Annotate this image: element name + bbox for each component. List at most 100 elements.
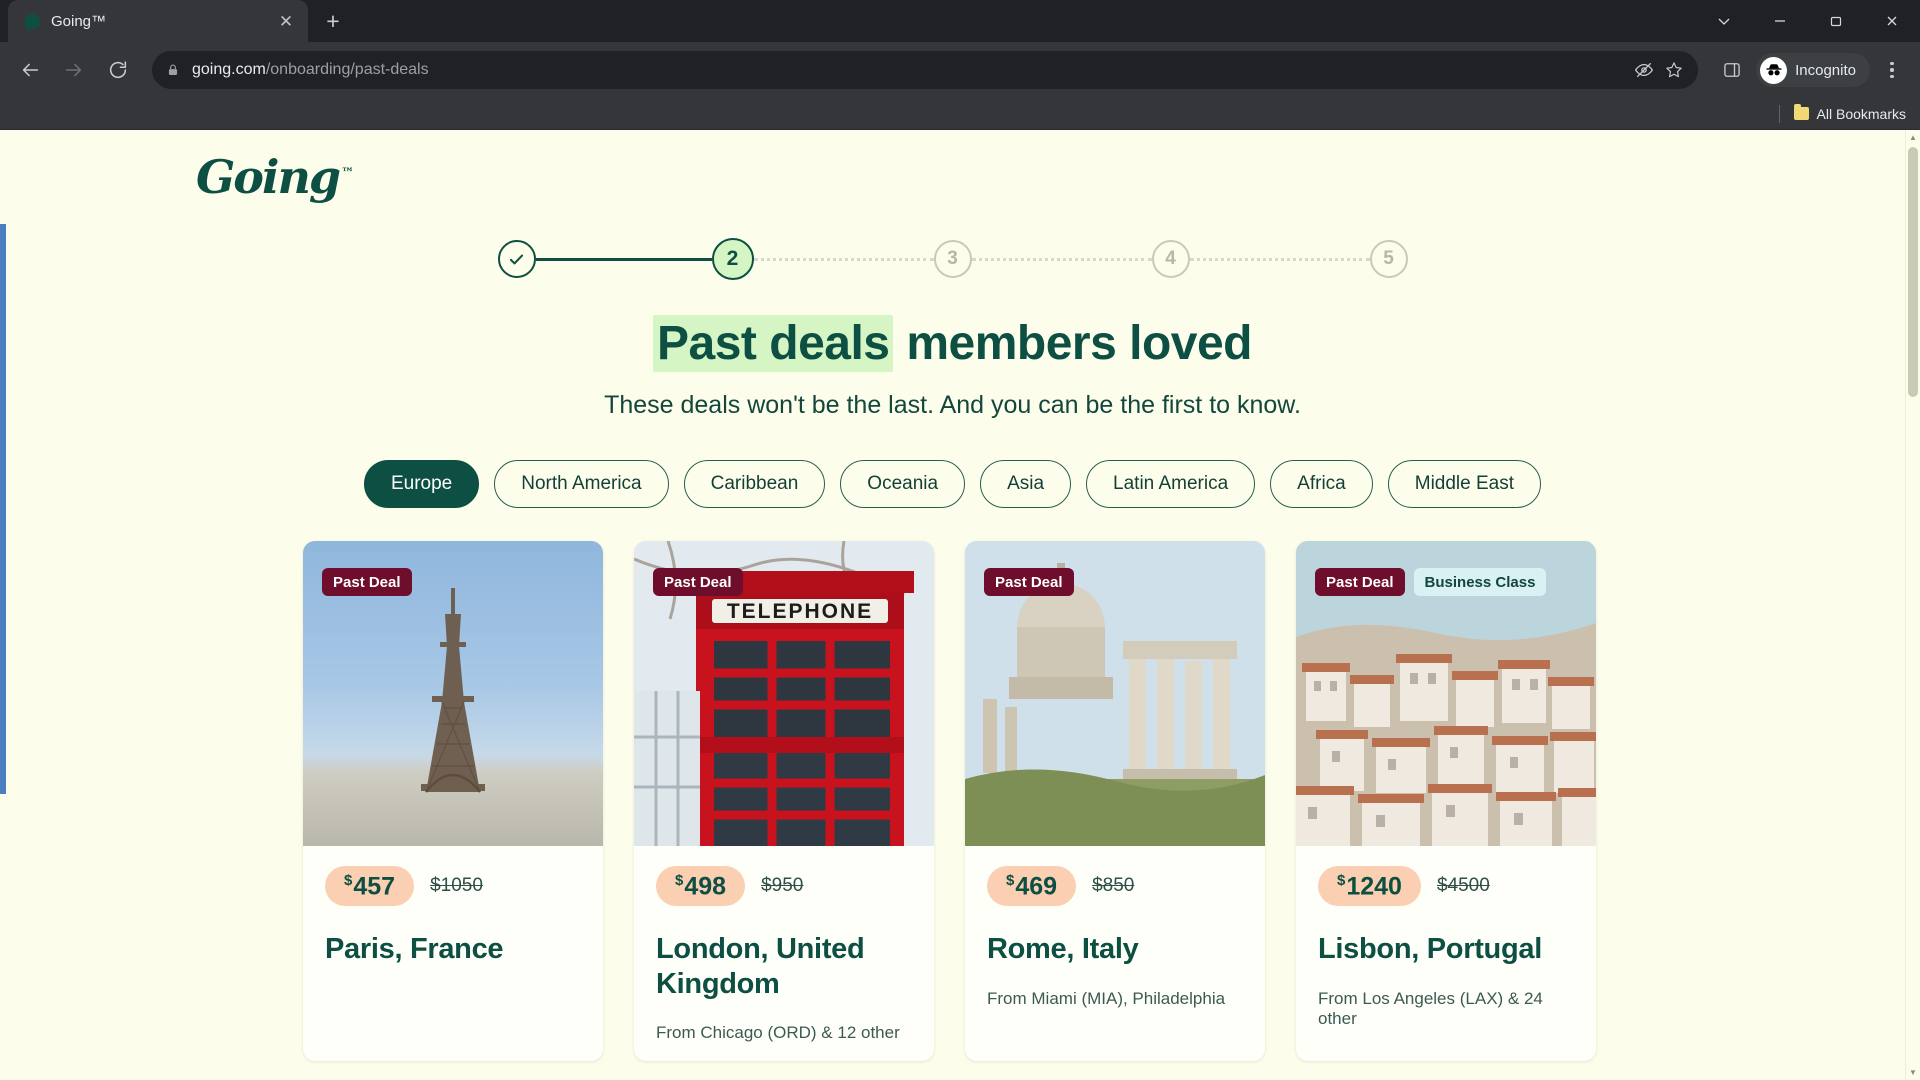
deal-origin-text: From Los Angeles (LAX) & 24 other bbox=[1318, 988, 1543, 1028]
all-bookmarks-button[interactable]: All Bookmarks bbox=[1793, 104, 1906, 122]
deal-old-price: $950 bbox=[761, 875, 804, 897]
back-arrow-icon[interactable] bbox=[10, 50, 50, 90]
price-value: 1240 bbox=[1346, 872, 1402, 901]
deal-old-price: $1050 bbox=[430, 875, 483, 897]
page-scrollbar[interactable]: ▲ ▼ bbox=[1905, 130, 1920, 1080]
reload-icon[interactable] bbox=[98, 50, 138, 90]
price-row: $469 $850 bbox=[987, 866, 1243, 907]
all-bookmarks-label: All Bookmarks bbox=[1816, 105, 1906, 122]
deal-card[interactable]: Past Deal Business Class $1240 $4500 Lis… bbox=[1296, 541, 1596, 1061]
currency-symbol: $ bbox=[1006, 872, 1015, 889]
region-chip-caribbean[interactable]: Caribbean bbox=[683, 460, 826, 508]
scroll-down-arrow-icon[interactable]: ▼ bbox=[1906, 1065, 1920, 1080]
page-subtitle: These deals won't be the last. And you c… bbox=[604, 391, 1301, 419]
region-chip-latin-america[interactable]: Latin America bbox=[1086, 460, 1256, 508]
scrollbar-thumb[interactable] bbox=[1908, 147, 1918, 397]
page-content: Going ™ 2 3 4 5 Past deals members loved … bbox=[0, 130, 1905, 1080]
stepper-step-1[interactable] bbox=[497, 240, 536, 278]
region-chip-europe[interactable]: Europe bbox=[363, 460, 480, 508]
deal-badges: Past Deal bbox=[653, 568, 743, 596]
close-tab-icon[interactable]: ✕ bbox=[274, 9, 298, 33]
url-text: going.com/onboarding/past-deals bbox=[192, 61, 429, 79]
deal-card-body: $498 $950 London, United Kingdom From Ch… bbox=[634, 846, 934, 1061]
eye-off-icon[interactable] bbox=[1634, 60, 1654, 80]
status-badge-past-deal: Past Deal bbox=[653, 568, 743, 596]
stepper-step-3[interactable]: 3 bbox=[933, 240, 972, 278]
region-filter-list: Europe North America Caribbean Oceania A… bbox=[0, 460, 1905, 508]
deal-destination: Lisbon, Portugal bbox=[1318, 933, 1542, 966]
url-path: /onboarding/past-deals bbox=[265, 61, 429, 78]
omnibox-actions bbox=[1634, 60, 1684, 80]
deal-card[interactable]: Past Deal $469 $850 Rome, Italy From Mia… bbox=[965, 541, 1265, 1061]
stepper-step-4[interactable]: 4 bbox=[1151, 240, 1190, 278]
headline-rest: members loved bbox=[893, 317, 1252, 370]
going-logo-text: Going bbox=[196, 150, 341, 204]
region-chip-oceania[interactable]: Oceania bbox=[840, 460, 966, 508]
deal-origin-text: From Chicago (ORD) & 12 other bbox=[656, 1022, 900, 1042]
region-chip-africa[interactable]: Africa bbox=[1270, 460, 1373, 508]
status-badge-past-deal: Past Deal bbox=[984, 568, 1074, 596]
status-badge-business-class: Business Class bbox=[1413, 568, 1547, 596]
profile-label: Incognito bbox=[1795, 61, 1856, 79]
region-chip-north-america[interactable]: North America bbox=[494, 460, 669, 508]
browser-toolbar: going.com/onboarding/past-deals Incognit… bbox=[0, 42, 1920, 98]
deal-destination: London, United Kingdom bbox=[656, 933, 865, 1000]
region-chip-asia[interactable]: Asia bbox=[980, 460, 1072, 508]
three-dot-menu-icon[interactable] bbox=[1874, 52, 1910, 88]
site-header: Going ™ bbox=[0, 130, 1905, 204]
stepper-step-5[interactable]: 5 bbox=[1369, 240, 1408, 278]
address-bar[interactable]: going.com/onboarding/past-deals bbox=[152, 51, 1699, 89]
focus-highlight-strip bbox=[0, 224, 6, 794]
stepper-connector-1 bbox=[535, 257, 712, 261]
currency-symbol: $ bbox=[675, 872, 684, 889]
deal-card-list: Past Deal $457 $1050 Paris, France TELEP… bbox=[0, 541, 1905, 1061]
check-icon bbox=[509, 254, 524, 264]
stepper-connector-4 bbox=[1189, 257, 1370, 261]
deal-price: $457 bbox=[325, 866, 415, 907]
star-icon[interactable] bbox=[1664, 60, 1684, 80]
page-viewport: Going ™ 2 3 4 5 Past deals members loved … bbox=[0, 130, 1920, 1080]
price-value: 469 bbox=[1015, 872, 1058, 901]
incognito-avatar-icon bbox=[1760, 56, 1788, 84]
side-panel-icon[interactable] bbox=[1712, 50, 1752, 90]
deal-card[interactable]: Past Deal $457 $1050 Paris, France bbox=[303, 541, 603, 1061]
going-favicon bbox=[24, 13, 41, 30]
window-close-icon[interactable] bbox=[1864, 0, 1920, 42]
browser-tab[interactable]: Going™ ✕ bbox=[8, 0, 308, 42]
deal-old-price: $850 bbox=[1092, 875, 1135, 897]
deal-photo: Past Deal bbox=[965, 541, 1265, 846]
url-domain: going.com bbox=[192, 61, 266, 78]
profile-incognito-button[interactable]: Incognito bbox=[1756, 53, 1870, 87]
trademark-symbol: ™ bbox=[341, 165, 355, 181]
restore-icon[interactable] bbox=[1808, 0, 1864, 42]
onboarding-stepper: 2 3 4 5 bbox=[0, 238, 1905, 280]
svg-text:TELEPHONE: TELEPHONE bbox=[727, 600, 873, 623]
page-title: Past deals members loved bbox=[0, 315, 1905, 372]
lock-icon bbox=[166, 63, 180, 77]
tab-search-chevron-down-icon[interactable] bbox=[1696, 0, 1752, 42]
currency-symbol: $ bbox=[344, 872, 353, 889]
minimize-icon[interactable] bbox=[1752, 0, 1808, 42]
region-chip-middle-east[interactable]: Middle East bbox=[1387, 460, 1542, 508]
deal-price: $1240 bbox=[1318, 866, 1421, 907]
going-logo[interactable]: Going ™ bbox=[196, 150, 354, 204]
deal-card[interactable]: TELEPHONE Past Deal $498 $950 London, Un… bbox=[634, 541, 934, 1061]
window-controls bbox=[1696, 0, 1920, 42]
deal-photo: TELEPHONE Past Deal bbox=[634, 541, 934, 846]
scroll-up-arrow-icon[interactable]: ▲ bbox=[1906, 130, 1920, 145]
stepper-connector-2 bbox=[753, 257, 934, 261]
deal-old-price: $4500 bbox=[1436, 875, 1490, 897]
deal-card-body: $469 $850 Rome, Italy From Miami (MIA), … bbox=[965, 846, 1265, 1027]
status-badge-past-deal: Past Deal bbox=[322, 568, 412, 596]
new-tab-button[interactable]: + bbox=[316, 4, 350, 38]
stepper-step-2[interactable]: 2 bbox=[711, 238, 754, 280]
deal-card-body: $1240 $4500 Lisbon, Portugal From Los An… bbox=[1296, 846, 1596, 1047]
folder-icon bbox=[1793, 104, 1809, 120]
deal-card-body: $457 $1050 Paris, France bbox=[303, 846, 603, 1007]
deal-price: $469 bbox=[987, 866, 1077, 907]
price-value: 498 bbox=[684, 872, 727, 901]
tab-strip: Going™ ✕ + bbox=[0, 0, 1920, 42]
deal-destination: Rome, Italy bbox=[987, 933, 1139, 966]
tab-title: Going™ bbox=[51, 12, 107, 30]
price-value: 457 bbox=[353, 872, 396, 901]
